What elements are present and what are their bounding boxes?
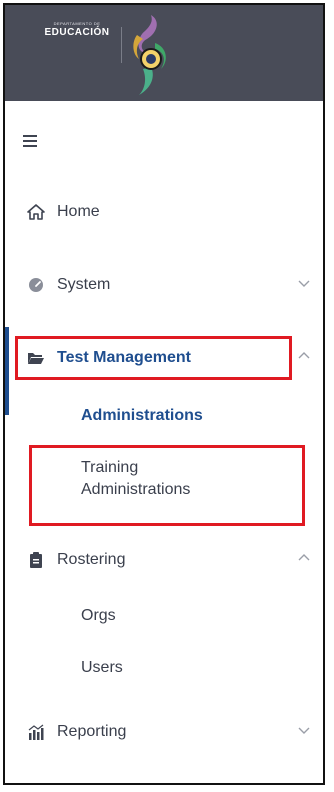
chevron-up-icon[interactable]: [297, 553, 311, 563]
chevron-down-icon[interactable]: [297, 725, 311, 735]
chevron-down-icon[interactable]: [297, 278, 311, 288]
sidebar-item-home[interactable]: Home: [5, 197, 323, 227]
sidebar-header: DEPARTAMENTO DE EDUCACIÓN: [5, 5, 323, 101]
sidebar-subitem-training-administrations[interactable]: Training Administrations: [81, 457, 190, 501]
folder-open-icon: [28, 353, 44, 364]
seal-logo-icon: [133, 15, 166, 95]
brand-divider: [121, 27, 122, 63]
sidebar-item-label: System: [57, 276, 111, 293]
sidebar-subitem-users[interactable]: Users: [81, 657, 123, 679]
hamburger-icon[interactable]: [23, 135, 39, 147]
sidebar-item-label: Test Management: [57, 349, 191, 366]
sidebar-item-system[interactable]: System: [5, 270, 323, 300]
sidebar-item-label: Reporting: [57, 723, 127, 740]
sidebar-item-label: Rostering: [57, 551, 126, 568]
sidebar-panel: DEPARTAMENTO DE EDUCACIÓN Home System Te…: [3, 3, 325, 785]
sidebar-subitem-administrations[interactable]: Administrations: [81, 405, 203, 427]
gauge-icon: [29, 278, 43, 292]
brand-main-text: EDUCACIÓN: [44, 27, 110, 38]
clipboard-icon: [30, 552, 42, 568]
sidebar-item-label: Home: [57, 203, 100, 220]
sidebar-item-test-management[interactable]: Test Management: [5, 343, 323, 373]
sidebar-item-rostering[interactable]: Rostering: [5, 545, 323, 575]
sidebar-item-reporting[interactable]: Reporting: [5, 717, 323, 747]
brand-wordmark[interactable]: DEPARTAMENTO DE EDUCACIÓN: [27, 21, 127, 39]
bar-chart-icon: [28, 724, 44, 740]
sidebar-subitem-orgs[interactable]: Orgs: [81, 605, 116, 627]
home-icon: [27, 204, 45, 220]
chevron-up-icon[interactable]: [297, 351, 311, 361]
